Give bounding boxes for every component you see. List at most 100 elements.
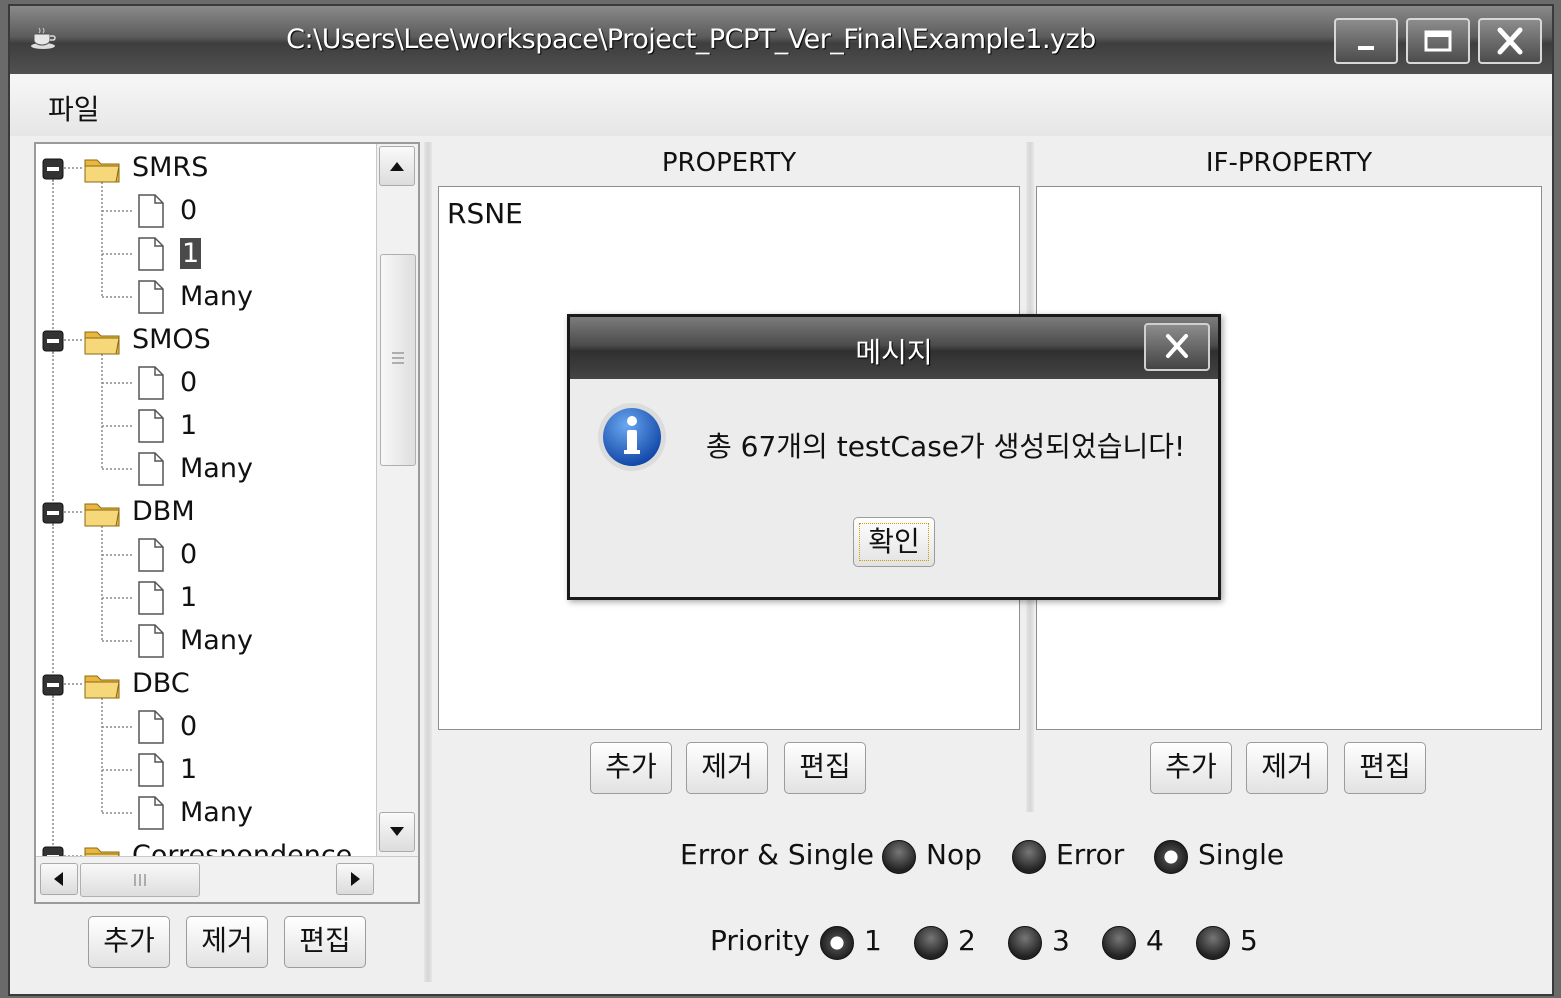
tree-file-0[interactable]: 0	[36, 535, 376, 575]
tree-file-1[interactable]: 1	[36, 578, 376, 618]
tree-folder-dbc[interactable]: DBC	[36, 664, 376, 704]
tree-file-label: 1	[180, 238, 202, 269]
priority-radio-4[interactable]	[1102, 926, 1136, 960]
collapse-icon[interactable]	[42, 846, 64, 856]
collapse-icon[interactable]	[42, 158, 64, 180]
error-option-label[interactable]: Error	[1056, 838, 1124, 871]
tree-view[interactable]: SMRS 0 1 Many SMOS 0 1 Many DBM 0 1 Many DBC 0 1 Many Co…	[36, 144, 376, 856]
tree-file-1[interactable]: 1	[36, 234, 376, 274]
priority-option-label[interactable]: 2	[958, 924, 976, 957]
property-item[interactable]: RSNE	[447, 197, 523, 230]
tree-file-0[interactable]: 0	[36, 707, 376, 747]
splitter-left[interactable]	[424, 142, 432, 982]
tree-file-label: 0	[180, 195, 198, 226]
tree-file-label: Many	[180, 625, 253, 656]
error-radio-error[interactable]	[1012, 840, 1046, 874]
if-property-edit-button[interactable]: 편집	[1344, 742, 1426, 794]
maximize-button[interactable]	[1406, 18, 1470, 64]
main-window: C:\Users\Lee\workspace\Project_PCPT_Ver_…	[8, 4, 1554, 996]
priority-option-label[interactable]: 1	[864, 924, 882, 957]
property-add-button[interactable]: 추가	[590, 742, 672, 794]
dialog-ok-button[interactable]: 확인	[853, 517, 935, 567]
if-property-remove-button[interactable]: 제거	[1246, 742, 1328, 794]
tree-file-many[interactable]: Many	[36, 793, 376, 833]
scroll-left-button[interactable]	[40, 863, 78, 895]
dialog-ok-label: 확인	[859, 523, 929, 561]
file-icon	[138, 581, 164, 615]
tree-file-many[interactable]: Many	[36, 277, 376, 317]
collapse-icon[interactable]	[42, 674, 64, 696]
file-icon	[138, 753, 164, 787]
tree-panel: SMRS 0 1 Many SMOS 0 1 Many DBM 0 1 Many DBC 0 1 Many Co…	[34, 142, 420, 904]
tree-folder-correspondence[interactable]: Correspondence	[36, 836, 376, 856]
tree-file-1[interactable]: 1	[36, 750, 376, 790]
info-icon	[598, 403, 666, 471]
scroll-down-button[interactable]	[379, 812, 415, 852]
title-bar[interactable]: C:\Users\Lee\workspace\Project_PCPT_Ver_…	[10, 6, 1552, 74]
tree-folder-smos[interactable]: SMOS	[36, 320, 376, 360]
collapse-icon[interactable]	[42, 502, 64, 524]
error-radio-nop[interactable]	[882, 840, 916, 874]
folder-icon	[84, 847, 120, 856]
close-button[interactable]	[1478, 18, 1542, 64]
tree-file-1[interactable]: 1	[36, 406, 376, 446]
vertical-scrollbar[interactable]	[376, 144, 418, 856]
priority-radio-5[interactable]	[1196, 926, 1230, 960]
error-radio-single[interactable]	[1154, 840, 1188, 874]
priority-label: Priority	[710, 924, 810, 957]
arrow-left-icon	[54, 872, 63, 886]
tree-folder-smrs[interactable]: SMRS	[36, 148, 376, 188]
scroll-up-button[interactable]	[379, 146, 415, 186]
property-remove-button[interactable]: 제거	[686, 742, 768, 794]
minimize-button[interactable]	[1334, 18, 1398, 64]
window-title: C:\Users\Lee\workspace\Project_PCPT_Ver_…	[286, 24, 1096, 55]
tree-file-many[interactable]: Many	[36, 621, 376, 661]
arrow-up-icon	[390, 162, 404, 171]
arrow-down-icon	[390, 827, 404, 836]
file-icon	[138, 796, 164, 830]
file-icon	[138, 624, 164, 658]
error-option-label[interactable]: Single	[1198, 838, 1284, 871]
close-icon	[1497, 27, 1523, 55]
horizontal-scrollbar[interactable]	[36, 856, 418, 902]
tree-folder-label: DBM	[132, 496, 195, 527]
priority-radio-2[interactable]	[914, 926, 948, 960]
tree-file-many[interactable]: Many	[36, 449, 376, 489]
folder-icon	[84, 331, 120, 355]
dialog-title: 메시지	[855, 336, 933, 369]
dialog-message: 총 67개의 testCase가 생성되었습니다!	[706, 430, 1186, 463]
message-dialog: 메시지 총 67개의 testCase가 생성되었습니다! 확인	[567, 314, 1221, 600]
file-icon	[138, 409, 164, 443]
dialog-title-bar[interactable]: 메시지	[570, 317, 1218, 379]
tree-file-0[interactable]: 0	[36, 363, 376, 403]
dialog-close-button[interactable]	[1144, 323, 1210, 371]
file-icon	[138, 538, 164, 572]
tree-file-label: 0	[180, 367, 198, 398]
folder-icon	[84, 503, 120, 527]
vertical-scroll-thumb[interactable]	[380, 254, 416, 466]
if-property-header: IF-PROPERTY	[1205, 148, 1373, 178]
collapse-icon[interactable]	[42, 330, 64, 352]
tree-file-label: 1	[180, 754, 198, 785]
priority-option-label[interactable]: 3	[1052, 924, 1070, 957]
error-option-label[interactable]: Nop	[926, 838, 982, 871]
file-icon	[138, 237, 164, 271]
priority-option-label[interactable]: 5	[1240, 924, 1258, 957]
menu-file[interactable]: 파일	[48, 88, 100, 128]
tree-edit-button[interactable]: 편집	[284, 916, 366, 968]
tree-file-label: Many	[180, 453, 253, 484]
horizontal-scroll-thumb[interactable]	[80, 863, 200, 897]
tree-file-0[interactable]: 0	[36, 191, 376, 231]
tree-folder-dbm[interactable]: DBM	[36, 492, 376, 532]
tree-file-label: Many	[180, 281, 253, 312]
property-header: PROPERTY	[661, 148, 797, 178]
scroll-right-button[interactable]	[336, 863, 374, 895]
priority-option-label[interactable]: 4	[1146, 924, 1164, 957]
tree-remove-button[interactable]: 제거	[186, 916, 268, 968]
priority-radio-1[interactable]	[820, 926, 854, 960]
if-property-add-button[interactable]: 추가	[1150, 742, 1232, 794]
priority-radio-3[interactable]	[1008, 926, 1042, 960]
tree-add-button[interactable]: 추가	[88, 916, 170, 968]
tree-file-label: Many	[180, 797, 253, 828]
property-edit-button[interactable]: 편집	[784, 742, 866, 794]
